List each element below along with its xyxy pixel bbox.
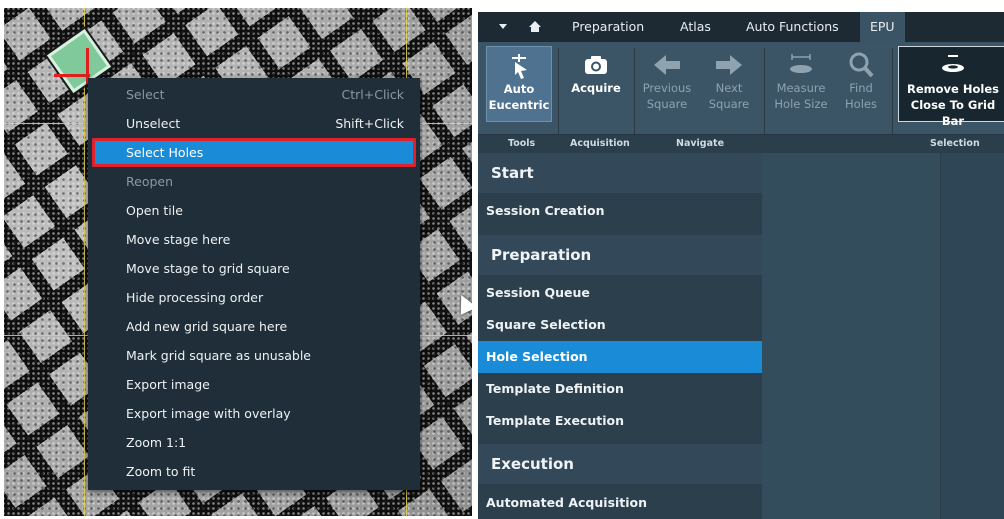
find-holes-button[interactable]: Find Holes [836, 46, 886, 122]
menu-item-label: Unselect [126, 116, 181, 131]
menu-item-open-tile[interactable]: Open tile [88, 196, 420, 225]
grid-atlas-image[interactable]: Select Ctrl+Click Unselect Shift+Click S… [4, 8, 472, 516]
button-label: Eucentric [488, 98, 550, 112]
section-header-start: Start [478, 153, 762, 193]
workflow-item-session-queue[interactable]: Session Queue [478, 277, 762, 309]
workflow-navigation: Start Session Creation Preparation Sessi… [478, 153, 762, 519]
eucentric-cursor-icon [487, 51, 551, 81]
arrow-left-icon [638, 50, 696, 80]
magnifier-icon [836, 50, 886, 80]
workflow-item-session-creation[interactable]: Session Creation [478, 195, 762, 227]
workflow-item-automated-acquisition[interactable]: Automated Acquisition [478, 487, 762, 519]
menu-item-mark-unusable[interactable]: Mark grid square as unusable [88, 341, 420, 370]
menu-item-zoom-1-1[interactable]: Zoom 1:1 [88, 428, 420, 457]
context-menu: Select Ctrl+Click Unselect Shift+Click S… [88, 78, 420, 490]
stage-position-marker [54, 74, 90, 77]
next-square-button[interactable]: Next Square [700, 46, 758, 122]
workflow-item-square-selection[interactable]: Square Selection [478, 309, 762, 341]
tab-epu[interactable]: EPU [860, 12, 905, 42]
menu-item-label: Open tile [126, 203, 183, 218]
tab-bar: Preparation Atlas Auto Functions EPU [478, 12, 1004, 42]
menu-item-label: Zoom 1:1 [126, 435, 187, 450]
button-label: Auto [503, 82, 535, 96]
menu-item-export-image-overlay[interactable]: Export image with overlay [88, 399, 420, 428]
menu-item-select-holes[interactable]: Select Holes [92, 138, 416, 167]
menu-item-label: Export image [126, 377, 210, 392]
camera-icon [566, 50, 626, 80]
remove-holes-close-to-grid-bar-button[interactable]: Remove Holes Close To Grid Bar [898, 46, 1004, 128]
button-label: Previous [642, 81, 692, 95]
menu-item-label: Mark grid square as unusable [126, 348, 311, 363]
epu-application: Preparation Atlas Auto Functions EPU Aut… [478, 12, 1004, 519]
arrow-right-icon [700, 50, 758, 80]
auto-eucentric-button[interactable]: Auto Eucentric [486, 46, 552, 122]
button-label: Remove Holes [907, 82, 999, 96]
measure-hole-size-button[interactable]: Measure Hole Size [768, 46, 834, 122]
side-pane [940, 153, 1004, 519]
menu-item-zoom-to-fit[interactable]: Zoom to fit [88, 457, 420, 486]
section-header-execution: Execution [478, 444, 762, 484]
menu-item-label: Select [126, 87, 165, 102]
measure-hole-icon [768, 50, 834, 80]
group-label-navigate: Navigate [676, 138, 725, 149]
tab-preparation[interactable]: Preparation [572, 12, 644, 42]
menu-item-label: Zoom to fit [126, 464, 196, 479]
button-label: Find [849, 81, 873, 95]
group-label-tools: Tools [508, 138, 536, 149]
menu-item-hide-processing-order[interactable]: Hide processing order [88, 283, 420, 312]
menu-item-label: Move stage to grid square [126, 261, 290, 276]
menu-item-shortcut: Ctrl+Click [341, 87, 405, 102]
button-label: Next [715, 81, 743, 95]
menu-item-add-grid-square[interactable]: Add new grid square here [88, 312, 420, 341]
button-label: Square [646, 97, 688, 111]
ribbon-toolbar: Auto Eucentric Acquire Previous Square N… [478, 42, 1004, 158]
button-label: Holes [845, 97, 877, 111]
menu-item-unselect[interactable]: Unselect Shift+Click [88, 109, 420, 138]
button-label: Measure [776, 81, 826, 95]
main-content-area [762, 153, 1004, 519]
workflow-item-template-execution[interactable]: Template Execution [478, 405, 762, 437]
menu-item-move-stage-to-grid-square[interactable]: Move stage to grid square [88, 254, 420, 283]
section-header-preparation: Preparation [478, 235, 762, 275]
workflow-item-template-definition[interactable]: Template Definition [478, 373, 762, 405]
group-label-selection: Selection [930, 138, 980, 149]
workflow-item-hole-selection[interactable]: Hole Selection [478, 341, 762, 373]
menu-item-select[interactable]: Select Ctrl+Click [88, 80, 420, 109]
previous-square-button[interactable]: Previous Square [638, 46, 696, 122]
menu-item-label: Add new grid square here [126, 319, 288, 334]
menu-item-label: Export image with overlay [126, 406, 291, 421]
button-label: Acquire [571, 81, 621, 95]
menu-item-reopen[interactable]: Reopen [88, 167, 420, 196]
button-label: Hole Size [774, 97, 828, 111]
menu-item-export-image[interactable]: Export image [88, 370, 420, 399]
acquire-button[interactable]: Acquire [566, 46, 626, 122]
ribbon-group-labels: Tools Acquisition Navigate Selection [478, 134, 1004, 153]
tab-auto-functions[interactable]: Auto Functions [746, 12, 839, 42]
remove-holes-icon [899, 51, 1004, 81]
menu-item-label: Move stage here [126, 232, 231, 247]
group-label-acquisition: Acquisition [570, 138, 630, 149]
menu-item-move-stage-here[interactable]: Move stage here [88, 225, 420, 254]
menu-item-label: Reopen [126, 174, 174, 189]
menu-item-shortcut: Shift+Click [335, 116, 404, 131]
menu-item-label: Hide processing order [126, 290, 264, 305]
button-label: Square [708, 97, 750, 111]
tab-atlas[interactable]: Atlas [680, 12, 711, 42]
menu-item-label: Select Holes [126, 145, 204, 160]
button-label: Close To Grid Bar [910, 98, 996, 128]
